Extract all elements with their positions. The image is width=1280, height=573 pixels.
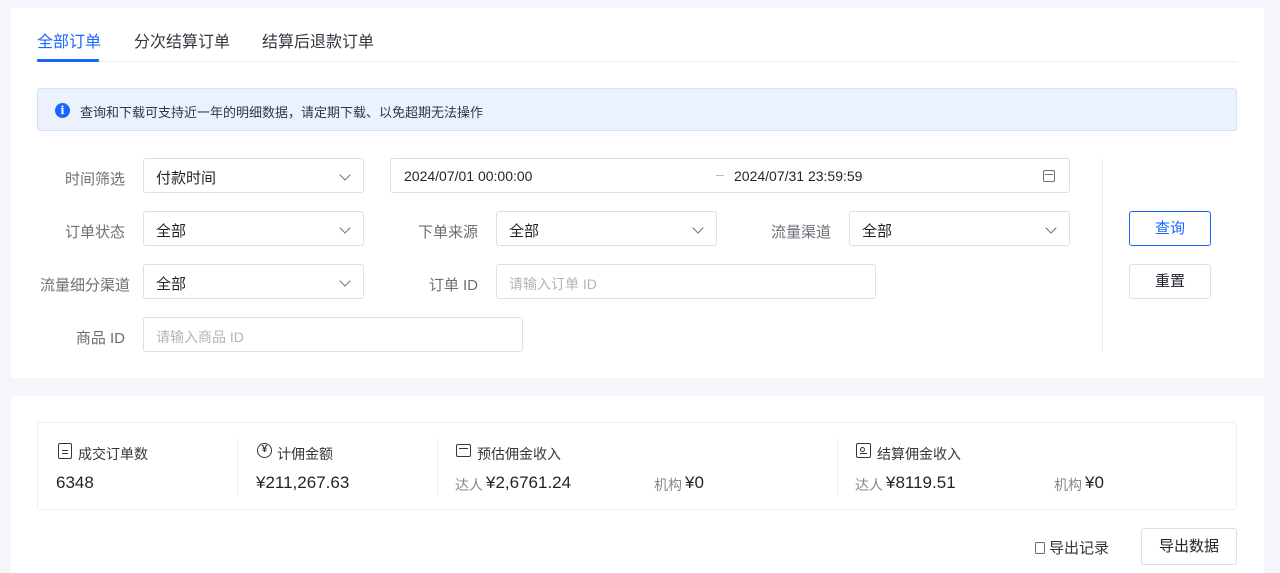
- tab-split-settlement-orders[interactable]: 分次结算订单: [134, 28, 230, 52]
- chevron-down-icon: [339, 222, 351, 234]
- date-range-end[interactable]: 2024/07/31 23:59:59: [734, 168, 862, 184]
- query-button[interactable]: 查询: [1129, 211, 1211, 246]
- date-range-start[interactable]: 2024/07/01 00:00:00: [404, 168, 532, 184]
- summary-panel: 成交订单数 6348 ¥ 计佣金额 ¥211,267.63 预估佣金收入 达人 …: [11, 396, 1264, 573]
- stat-settled-income: 结算佣金收入 达人 ¥8119.51 机构 ¥0: [838, 423, 1238, 511]
- traffic-channel-value: 全部: [862, 223, 893, 240]
- tab-all-orders[interactable]: 全部订单: [37, 28, 101, 52]
- yen-coin-icon: ¥: [257, 443, 272, 458]
- order-status-value: 全部: [156, 223, 187, 240]
- wallet-icon: [456, 444, 471, 457]
- agency-value: ¥0: [685, 473, 704, 492]
- chevron-down-icon: [692, 222, 704, 234]
- stat-commission-amount: ¥ 计佣金额 ¥211,267.63: [238, 423, 438, 511]
- order-source-select[interactable]: 全部: [496, 211, 717, 246]
- notice-text: 查询和下载可支持近一年的明细数据，请定期下载、以免超期无法操作: [80, 105, 484, 120]
- tab-refund-after-settlement-orders[interactable]: 结算后退款订单: [262, 28, 374, 52]
- stat-value: 6348: [56, 473, 94, 492]
- traffic-sub-channel-select[interactable]: 全部: [143, 264, 364, 299]
- order-source-label: 下单来源: [417, 224, 478, 241]
- ticket-icon: [856, 443, 871, 458]
- time-filter-label: 时间筛选: [64, 171, 125, 188]
- stat-title: 成交订单数: [78, 446, 148, 462]
- stat-estimated-income: 预估佣金收入 达人 ¥2,6761.24 机构 ¥0: [438, 423, 838, 511]
- info-icon: i: [55, 103, 70, 118]
- export-records-label: 导出记录: [1049, 540, 1110, 557]
- talent-label: 达人: [855, 477, 883, 493]
- talent-value: ¥8119.51: [886, 473, 956, 492]
- document-icon: [58, 443, 72, 459]
- file-icon: [1035, 542, 1045, 554]
- stat-title: 结算佣金收入: [877, 446, 961, 462]
- talent-value: ¥2,6761.24: [486, 473, 572, 492]
- time-filter-select[interactable]: 付款时间: [143, 158, 364, 193]
- order-status-label: 订单状态: [64, 224, 125, 241]
- traffic-sub-channel-value: 全部: [156, 276, 187, 293]
- order-tabs: 全部订单 分次结算订单 结算后退款订单: [37, 8, 1237, 62]
- filter-actions-divider: [1102, 158, 1103, 352]
- agency-value: ¥0: [1085, 473, 1104, 492]
- talent-label: 达人: [455, 477, 483, 493]
- order-id-label: 订单 ID: [428, 277, 478, 294]
- chevron-down-icon: [1045, 222, 1057, 234]
- product-id-input[interactable]: 请输入商品 ID: [143, 317, 523, 352]
- stat-value: ¥211,267.63: [256, 473, 350, 492]
- info-notice: i 查询和下载可支持近一年的明细数据，请定期下载、以免超期无法操作: [37, 88, 1237, 131]
- chevron-down-icon: [339, 169, 351, 181]
- chevron-down-icon: [339, 275, 351, 287]
- product-id-label: 商品 ID: [75, 330, 125, 347]
- order-status-select[interactable]: 全部: [143, 211, 364, 246]
- export-data-button[interactable]: 导出数据: [1141, 528, 1237, 565]
- date-range-separator: –: [716, 166, 724, 182]
- active-tab-indicator: [37, 59, 99, 62]
- filter-panel: 全部订单 分次结算订单 结算后退款订单 i 查询和下载可支持近一年的明细数据，请…: [11, 8, 1264, 378]
- traffic-sub-channel-label: 流量细分渠道: [39, 277, 130, 294]
- stat-title: 预估佣金收入: [477, 446, 561, 462]
- time-filter-value: 付款时间: [156, 170, 217, 187]
- order-id-placeholder: 请输入订单 ID: [509, 276, 597, 292]
- stat-deal-orders: 成交订单数 6348: [38, 423, 238, 511]
- reset-button[interactable]: 重置: [1129, 264, 1211, 299]
- traffic-channel-label: 流量渠道: [770, 224, 831, 241]
- product-id-placeholder: 请输入商品 ID: [156, 329, 244, 345]
- order-id-input[interactable]: 请输入订单 ID: [496, 264, 876, 299]
- agency-label: 机构: [654, 477, 682, 493]
- traffic-channel-select[interactable]: 全部: [849, 211, 1070, 246]
- stats-card: 成交订单数 6348 ¥ 计佣金额 ¥211,267.63 预估佣金收入 达人 …: [37, 422, 1237, 510]
- export-records-link[interactable]: 导出记录: [1035, 537, 1109, 558]
- order-source-value: 全部: [509, 223, 540, 240]
- calendar-icon[interactable]: [1043, 170, 1055, 182]
- stat-title: 计佣金额: [277, 446, 333, 462]
- agency-label: 机构: [1054, 477, 1082, 493]
- date-range-picker[interactable]: 2024/07/01 00:00:00 – 2024/07/31 23:59:5…: [390, 158, 1070, 193]
